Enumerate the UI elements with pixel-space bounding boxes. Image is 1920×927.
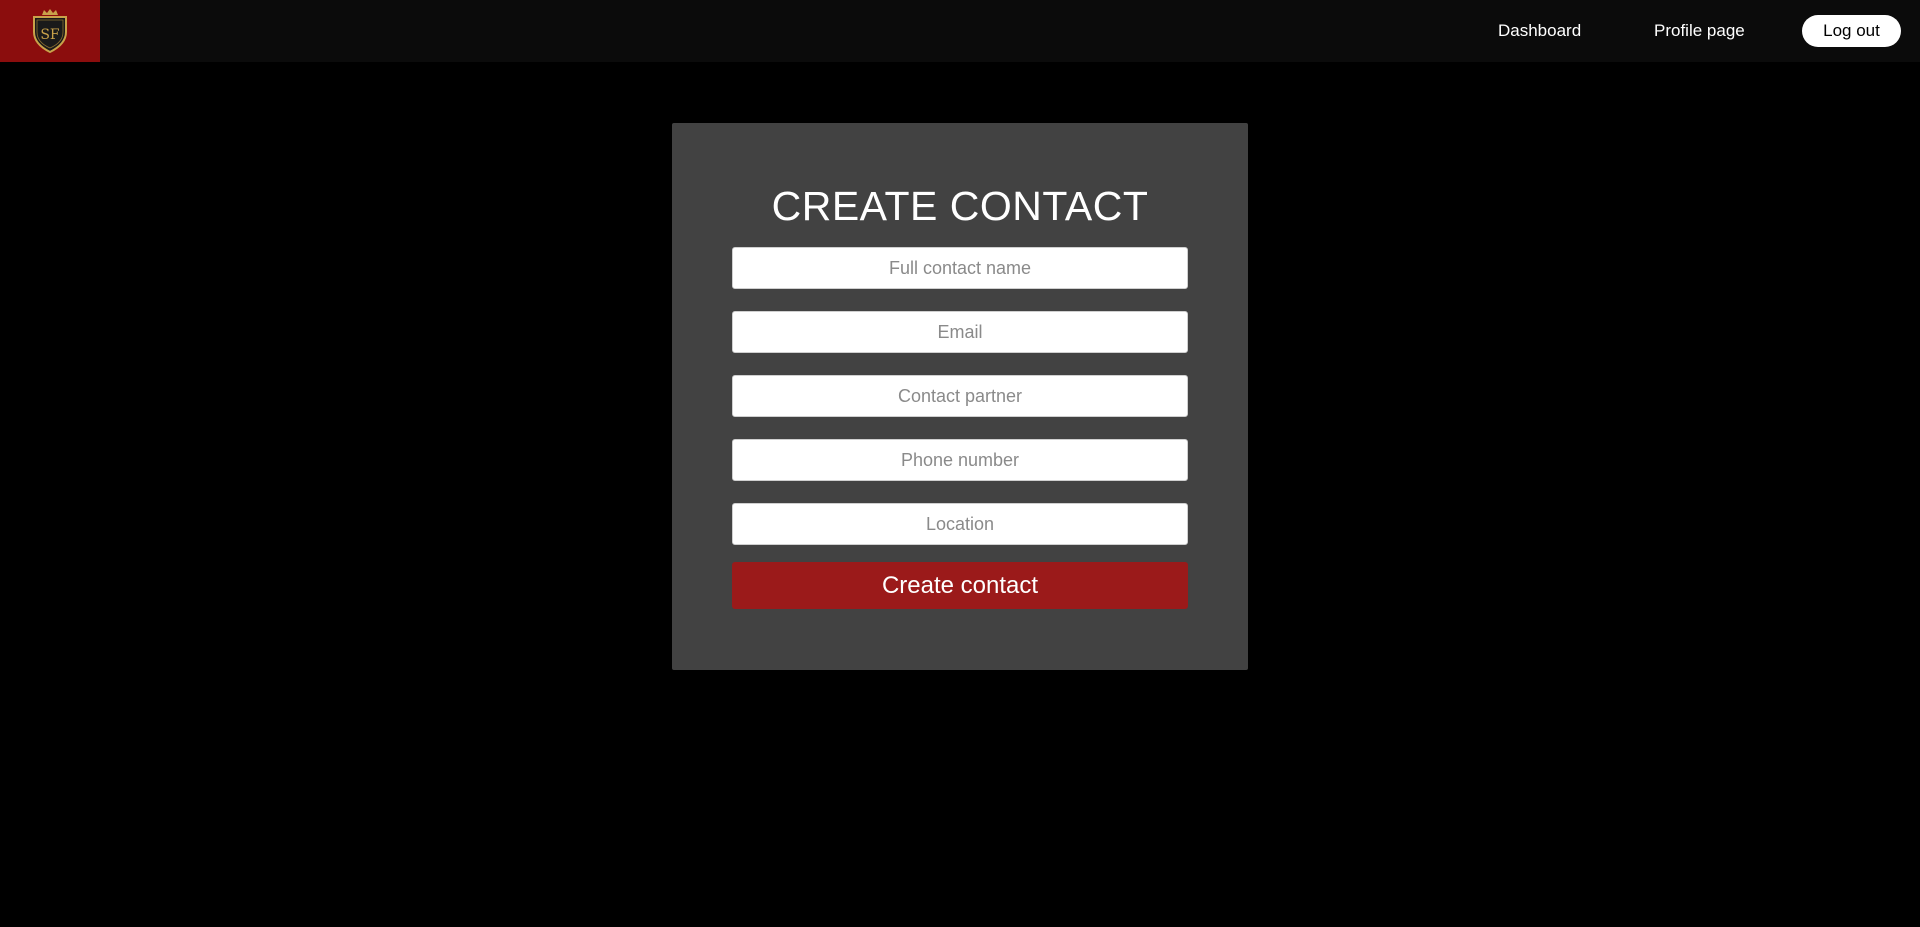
create-contact-button[interactable]: Create contact bbox=[732, 562, 1188, 609]
nav-dashboard-link[interactable]: Dashboard bbox=[1498, 19, 1581, 43]
shield-crest-icon: SF bbox=[33, 9, 67, 54]
logo-link[interactable]: SF bbox=[0, 0, 100, 62]
phone-number-input[interactable] bbox=[732, 439, 1188, 481]
top-navigation-bar: SF Dashboard Profile page Log out bbox=[0, 0, 1920, 62]
logo-monogram: SF bbox=[40, 27, 60, 43]
page-title: CREATE CONTACT bbox=[771, 183, 1149, 229]
location-input[interactable] bbox=[732, 503, 1188, 545]
logout-button[interactable]: Log out bbox=[1802, 15, 1901, 47]
nav-profile-link[interactable]: Profile page bbox=[1654, 19, 1745, 43]
full-contact-name-input[interactable] bbox=[732, 247, 1188, 289]
contact-partner-input[interactable] bbox=[732, 375, 1188, 417]
email-input[interactable] bbox=[732, 311, 1188, 353]
